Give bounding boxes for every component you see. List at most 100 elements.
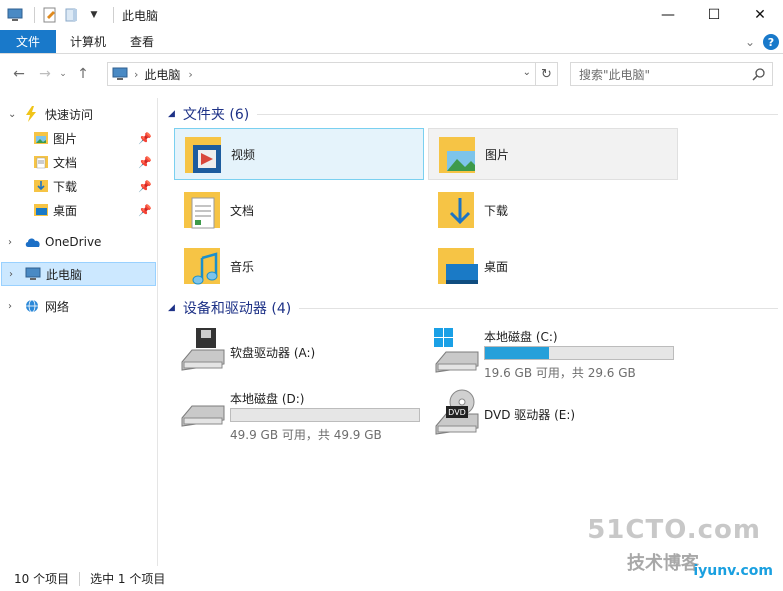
svg-text:DVD: DVD [448,408,466,417]
documents-folder-icon [178,186,226,234]
folder-label: 桌面 [484,259,509,274]
computer-icon[interactable] [6,6,24,24]
tab-view[interactable]: 查看 [118,30,166,53]
expand-ribbon-icon[interactable]: ⌄ [745,35,755,49]
computer-icon [25,267,41,281]
sidebar-item-desktop[interactable]: 桌面 📌 [0,198,158,222]
drives-group-header[interactable]: ◢ 设备和驱动器 (4) [168,298,778,318]
videos-folder-icon [179,131,227,179]
title-bar: ▼ 此电脑 — ☐ ✕ [0,0,783,30]
watermark-site: 51CTO.com [587,515,761,545]
recent-locations-icon[interactable]: ⌄ [56,63,70,85]
computer-icon [112,67,128,81]
tab-file[interactable]: 文件 [0,30,56,53]
drive-label: 本地磁盘 (D:) [230,392,305,406]
search-icon[interactable] [752,67,766,84]
watermark: 51CTO.com 技术博客 iyunv.com [587,515,777,585]
group-divider [299,307,778,309]
sidebar-item-label: 桌面 [53,203,78,218]
hard-drive-icon [178,388,228,438]
sidebar-item-label: 网络 [45,299,70,314]
desktop-folder-icon [432,242,480,290]
sidebar-item-this-pc[interactable]: › 此电脑 [1,262,156,286]
folder-tile-music[interactable]: 音乐 [174,240,424,292]
help-icon[interactable]: ? [763,34,779,50]
ribbon-tabs: 文件 计算机 查看 ⌄ ? [0,30,783,54]
tab-computer[interactable]: 计算机 [56,30,118,53]
collapse-group-icon[interactable]: ◢ [168,303,175,313]
folder-label: 下载 [484,203,509,218]
address-bar[interactable]: › 此电脑 › ⌄ ↻ [107,62,558,86]
downloads-folder-icon [432,186,480,234]
folder-tile-pictures[interactable]: 图片 [428,128,678,180]
close-button[interactable]: ✕ [737,0,783,30]
sidebar-item-downloads[interactable]: 下载 📌 [0,174,158,198]
pin-icon[interactable]: 📌 [138,156,152,169]
windows-drive-icon [432,326,482,376]
drive-dvd-e[interactable]: DVD DVD 驱动器 (E:) [428,384,678,440]
pictures-folder-icon [433,131,481,179]
collapse-group-icon[interactable]: ◢ [168,109,175,119]
pin-icon[interactable]: 📌 [138,204,152,217]
expanded-chevron-icon[interactable]: ⌄ [8,109,16,120]
drive-free-space: 49.9 GB 可用，共 49.9 GB [230,428,382,442]
folder-label: 文档 [230,203,255,218]
drive-free-space: 19.6 GB 可用，共 29.6 GB [484,366,636,380]
breadcrumb-this-pc[interactable]: 此电脑 [144,66,180,83]
refresh-icon[interactable]: ↻ [535,63,557,85]
drive-local-d[interactable]: 本地磁盘 (D:) 49.9 GB 可用，共 49.9 GB [174,384,424,442]
search-placeholder: 搜索"此电脑" [579,67,651,82]
folder-label: 图片 [485,147,510,162]
folder-label: 视频 [231,147,256,162]
properties-icon[interactable] [41,6,59,24]
minimize-button[interactable]: — [645,0,691,30]
file-view: ◢ 文件夹 (6) 视频 图片 文档 下载 音乐 桌面 ◢ 设备和驱动器 (4)… [160,98,783,566]
window-title: 此电脑 [122,8,159,23]
breadcrumb-chevron-icon[interactable]: › [134,68,138,81]
status-divider [79,571,81,586]
collapsed-chevron-icon[interactable]: › [9,269,13,280]
group-title: 设备和驱动器 (4) [182,301,292,317]
documents-folder-icon [33,154,49,170]
sidebar-item-label: 图片 [53,131,78,146]
folder-tile-videos[interactable]: 视频 [174,128,424,180]
new-folder-icon[interactable] [63,6,81,24]
item-count: 10 个项目 [14,572,70,586]
drive-floppy-a[interactable]: 软盘驱动器 (A:) [174,322,424,378]
customize-toolbar-icon[interactable]: ▼ [85,6,103,24]
sidebar-item-label: 下载 [53,179,78,194]
watermark-extra: iyunv.com [693,563,773,579]
drive-label: 软盘驱动器 (A:) [230,346,316,360]
pictures-folder-icon [33,130,49,146]
back-arrow-icon[interactable]: ← [8,63,30,85]
folders-group-header[interactable]: ◢ 文件夹 (6) [168,104,778,124]
pin-icon[interactable]: 📌 [138,132,152,145]
folder-tile-documents[interactable]: 文档 [174,184,424,236]
folder-tile-desktop[interactable]: 桌面 [428,240,678,292]
collapsed-chevron-icon[interactable]: › [8,301,12,312]
up-arrow-icon[interactable]: ↑ [72,63,94,85]
folder-label: 音乐 [230,259,255,274]
pin-icon[interactable]: 📌 [138,180,152,193]
breadcrumb-chevron-icon[interactable]: › [188,68,192,81]
forward-arrow-icon[interactable]: → [34,63,56,85]
drive-local-c[interactable]: 本地磁盘 (C:) 19.6 GB 可用，共 29.6 GB [428,322,678,380]
star-lightning-icon [24,106,38,122]
collapsed-chevron-icon[interactable]: › [8,237,12,248]
sidebar-item-pictures[interactable]: 图片 📌 [0,126,158,150]
folder-tile-downloads[interactable]: 下载 [428,184,678,236]
sidebar-item-network[interactable]: › 网络 [0,294,158,318]
maximize-button[interactable]: ☐ [691,0,737,30]
cloud-icon [24,236,42,248]
drive-label: 本地磁盘 (C:) [484,330,558,344]
downloads-folder-icon [33,178,49,194]
group-title: 文件夹 (6) [182,107,250,123]
toolbar-divider [113,7,114,23]
sidebar-item-label: 此电脑 [46,267,83,282]
sidebar-item-onedrive[interactable]: › OneDrive [0,230,158,254]
address-dropdown-icon[interactable]: ⌄ [523,67,531,78]
sidebar-item-quick-access[interactable]: ⌄ 快速访问 [0,102,158,126]
drive-usage-bar [484,346,674,360]
sidebar-item-documents[interactable]: 文档 📌 [0,150,158,174]
search-input[interactable]: 搜索"此电脑" [570,62,773,86]
